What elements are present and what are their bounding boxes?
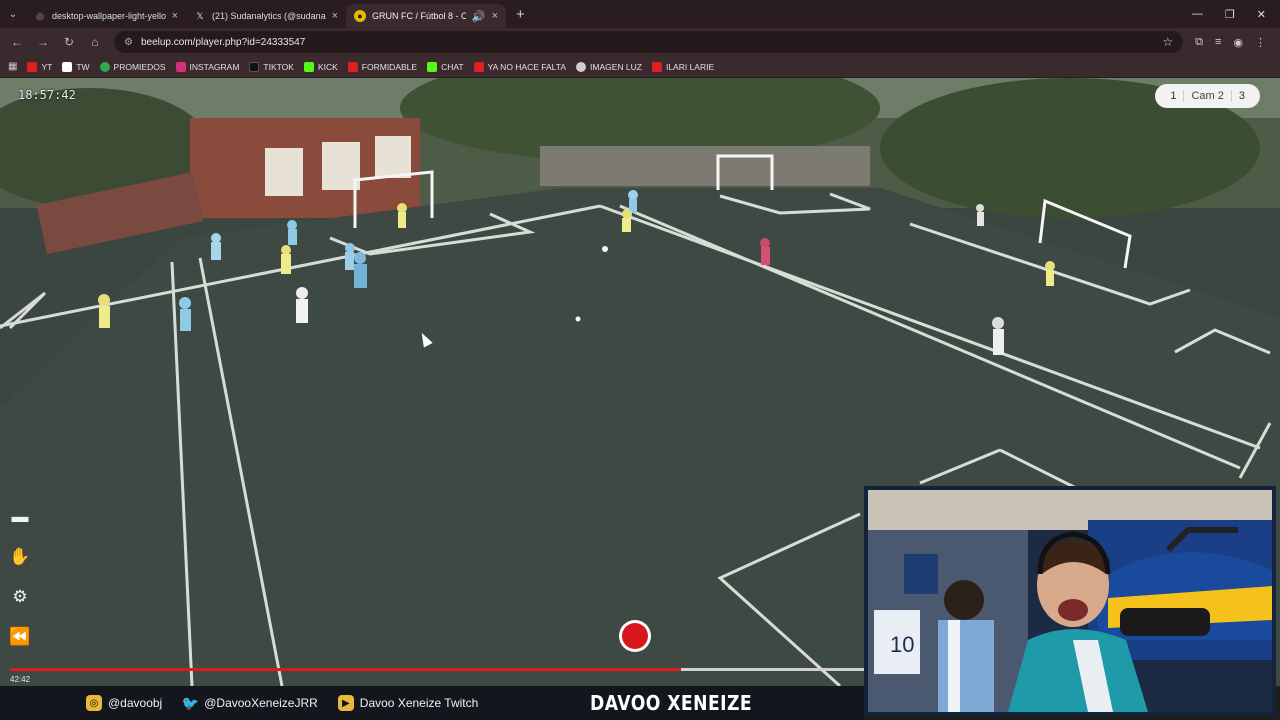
youtube-icon <box>651 61 662 72</box>
webcam-feed: 10 <box>868 490 1272 712</box>
twitch-text: Davoo Xeneize Twitch <box>359 696 479 710</box>
record-button[interactable] <box>619 620 651 652</box>
youtube-icon: ▶ <box>337 695 354 711</box>
kick-icon <box>427 61 438 72</box>
menu-icon[interactable]: ⋮ <box>1255 36 1266 49</box>
camera-selector[interactable]: 1 Cam 2 3 <box>1155 84 1260 108</box>
twitter-handle: 🐦 @DavooXeneizeJRR <box>182 695 318 711</box>
url-text: beelup.com/player.php?id=24333547 <box>140 36 306 48</box>
bookmark-label: ILARI LARIE <box>665 61 715 72</box>
speaker-icon[interactable]: 🔊 <box>472 10 486 23</box>
bookmark-label: IMAGEN LUZ <box>590 61 642 72</box>
camera-prev[interactable]: 1 <box>1163 90 1183 102</box>
close-tab-icon[interactable]: × <box>332 10 338 22</box>
beelup-icon: ● <box>354 10 366 22</box>
tab-3[interactable]: ● GRUN FC / Fútbol 8 - Canch 🔊 × <box>346 4 506 28</box>
camera-icon[interactable]: ▬ <box>8 506 32 528</box>
twitch-handle: ▶ Davoo Xeneize Twitch <box>337 695 479 711</box>
twitter-bird-icon: 🐦 <box>181 694 199 711</box>
address-toolbar: ← → ↻ ⌂ ⚙ beelup.com/player.php?id=24333… <box>0 28 1280 56</box>
bookmark[interactable]: PROMIEDOS <box>99 61 166 72</box>
profile-icon[interactable]: ◉ <box>1233 36 1243 49</box>
rewind-icon[interactable]: ⏪ <box>8 626 32 648</box>
progress-fill <box>10 668 681 671</box>
media-icon[interactable]: ≡ <box>1215 36 1221 49</box>
globe-icon: ◎ <box>36 10 44 21</box>
bookmark-label: PROMIEDOS <box>113 61 166 72</box>
record-dot-icon <box>622 623 648 649</box>
promiedos-icon <box>99 61 110 72</box>
bookmark-label: CHAT <box>441 61 464 72</box>
apps-icon[interactable]: ▦ <box>8 61 17 72</box>
extensions-icon[interactable]: ⧉ <box>1195 36 1203 49</box>
twitter-text: @DavooXeneizeJRR <box>204 696 318 710</box>
bookmark-label: YA NO HACE FALTA <box>487 61 566 72</box>
bookmark[interactable]: TW <box>62 61 90 72</box>
bookmark-label: FORMIDABLE <box>361 61 418 72</box>
instagram-text: @davoobj <box>108 696 163 710</box>
bookmark[interactable]: INSTAGRAM <box>175 61 240 72</box>
progress-bar[interactable] <box>10 668 870 671</box>
url-bar[interactable]: ⚙ beelup.com/player.php?id=24333547 ☆ <box>114 31 1184 53</box>
site-info-icon[interactable]: ⚙ <box>124 37 133 48</box>
close-tab-icon[interactable]: × <box>172 10 178 22</box>
tab-3-title: GRUN FC / Fútbol 8 - Canch <box>372 11 466 21</box>
kick-icon <box>303 61 314 72</box>
close-window-icon[interactable]: ✕ <box>1257 8 1266 21</box>
svg-text:10: 10 <box>890 632 914 657</box>
youtube-icon <box>347 61 358 72</box>
bookmark[interactable]: KICK <box>303 61 338 72</box>
elapsed-time: 42:42 <box>10 675 31 684</box>
bookmark[interactable]: CHAT <box>427 61 464 72</box>
tab-2-title: (21) Sudanalytics (@sudanalytic <box>212 11 326 21</box>
bookmark-label: KICK <box>317 61 338 72</box>
tab-1-title: desktop-wallpaper-light-yellow <box>52 11 166 21</box>
streamer-webcam: 10 <box>864 486 1276 716</box>
forward-icon[interactable]: → <box>32 31 54 53</box>
bookmark[interactable]: YT <box>27 61 53 72</box>
minimize-icon[interactable]: — <box>1192 8 1203 21</box>
bookmark-label: YT <box>41 61 53 72</box>
x-logo-icon <box>62 61 73 72</box>
restore-icon[interactable]: ❐ <box>1225 8 1235 21</box>
close-tab-icon[interactable]: × <box>492 10 498 22</box>
tab-strip: ⌄ ◎ desktop-wallpaper-light-yellow × 𝕏 (… <box>0 0 1280 28</box>
home-icon[interactable]: ⌂ <box>84 31 106 53</box>
bookmark-label: TIKTOK <box>263 61 294 72</box>
bookmark[interactable]: ILARI LARIE <box>651 61 715 72</box>
instagram-icon <box>175 61 186 72</box>
instagram-handle: ◎ @davoobj <box>86 695 162 711</box>
back-icon[interactable]: ← <box>6 31 28 53</box>
bookmarks-bar: ▦ YT TW PROMIEDOS INSTAGRAM TIKTOK KICK … <box>0 56 1280 78</box>
tab-search-icon[interactable]: ⌄ <box>0 0 26 28</box>
bookmark-star-icon[interactable]: ☆ <box>1162 35 1173 49</box>
youtube-icon <box>473 61 484 72</box>
bookmark[interactable]: YA NO HACE FALTA <box>473 61 566 72</box>
camera-next[interactable]: 3 <box>1232 90 1252 102</box>
microphone <box>1120 608 1210 636</box>
streamer-brand: DAVOO XENEIZE <box>590 691 753 715</box>
youtube-icon <box>27 61 38 72</box>
bookmark-label: TW <box>76 61 90 72</box>
bookmark-label: INSTAGRAM <box>189 61 240 72</box>
reload-icon[interactable]: ↻ <box>58 31 80 53</box>
tab-1[interactable]: ◎ desktop-wallpaper-light-yellow × <box>26 4 186 28</box>
hand-icon[interactable]: ✋ <box>8 546 32 568</box>
stream-overlay-bar: ◎ @davoobj 🐦 @DavooXeneizeJRR ▶ Davoo Xe… <box>0 686 864 720</box>
camera-timestamp: 18:57:42 <box>18 88 76 102</box>
new-tab-button[interactable]: + <box>506 6 535 23</box>
globe-icon <box>576 61 586 72</box>
bookmark[interactable]: TIKTOK <box>249 61 294 72</box>
bookmark[interactable]: FORMIDABLE <box>347 61 418 72</box>
camera-current: Cam 2 <box>1183 90 1232 102</box>
framed-jersey <box>904 554 938 594</box>
bookmark[interactable]: IMAGEN LUZ <box>576 61 642 72</box>
settings-gear-icon[interactable]: ⚙ <box>8 586 32 608</box>
tiktok-icon <box>249 61 260 72</box>
instagram-icon: ◎ <box>86 695 102 711</box>
x-logo-icon: 𝕏 <box>196 10 204 21</box>
tab-2[interactable]: 𝕏 (21) Sudanalytics (@sudanalytic × <box>186 4 346 28</box>
player-side-controls: ▬ ✋ ⚙ ⏪ <box>8 506 32 648</box>
